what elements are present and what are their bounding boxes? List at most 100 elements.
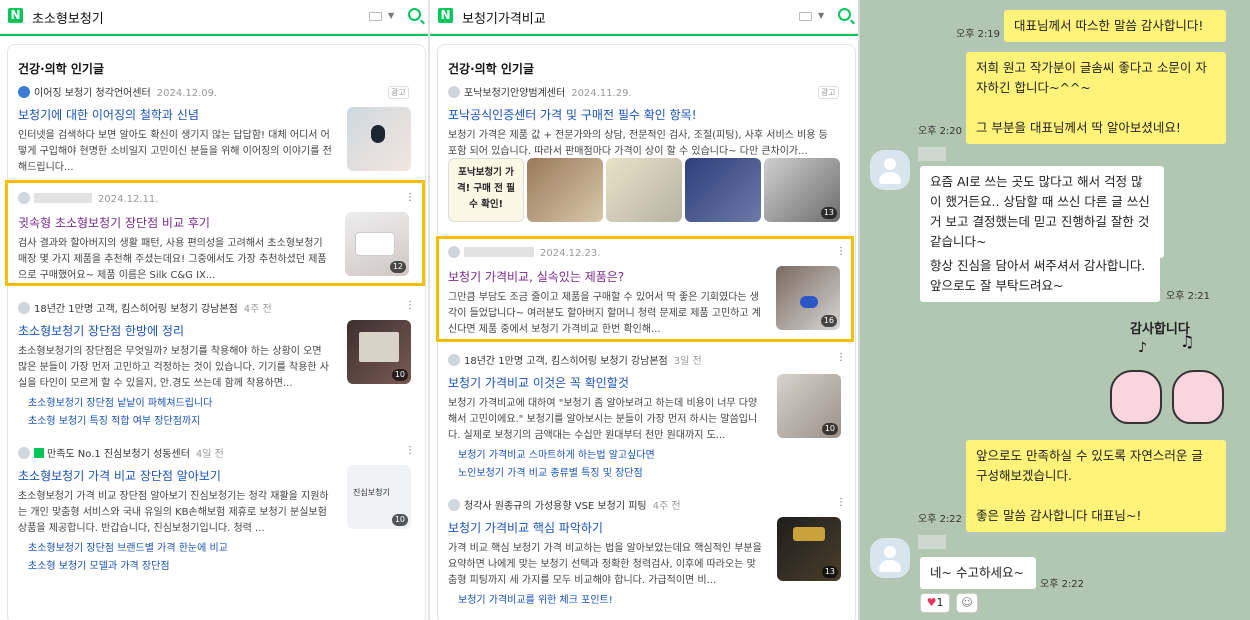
result-snippet: 검사 결과와 할아버지의 생활 패턴, 사용 편의성을 고려해서 초소형보청기 … [18, 238, 327, 281]
avatar [18, 447, 30, 459]
result-title[interactable]: 초소형보청기 가격 비교 장단점 알아보기 [18, 467, 221, 484]
more-options-icon[interactable]: ⋮ [405, 445, 415, 456]
post-date: 2024.12.23. [540, 248, 601, 259]
reaction-count: 1 [936, 596, 944, 609]
result-thumbnail[interactable]: 12 [345, 212, 409, 276]
chevron-down-icon[interactable]: ▼ [818, 11, 824, 20]
avatar[interactable] [870, 538, 910, 578]
result-thumbnail[interactable]: 16 [776, 266, 840, 330]
my-message-bubble[interactable]: 저희 원고 작가분이 글솜씨 좋다고 소문이 자자하긴 합니다~^^~ 그 부분… [966, 52, 1226, 144]
image-count-badge: 10 [391, 369, 408, 381]
source-name: 포낙보청기안양범계센터 [464, 88, 566, 99]
image-count-badge: 10 [391, 514, 408, 526]
result-title[interactable]: 귓속형 초소형보청기 장단점 비교 후기 [18, 214, 210, 231]
my-message-bubble[interactable]: 앞으로도 만족하실 수 있도록 자연스러운 글 구성해보겠습니다. 좋은 말씀 … [966, 440, 1226, 532]
sub-link[interactable]: 보청기 가격비교 스마트하게 하는법 알고싶다면 [458, 446, 655, 461]
chevron-down-icon[interactable]: ▼ [388, 11, 394, 20]
result-source[interactable]: 이어징 보청기 청각언어센터 2024.12.09. [18, 84, 217, 99]
result-thumbnail[interactable]: 10 [777, 374, 841, 438]
avatar [448, 354, 460, 366]
result-title[interactable]: 초소형보청기 장단점 한방에 정리 [18, 322, 184, 339]
sender-name-blurred [918, 147, 946, 161]
keyboard-icon[interactable] [799, 12, 812, 21]
result-title[interactable]: 보청기에 대한 이어징의 철학과 신념 [18, 106, 199, 123]
sign-image [793, 527, 825, 541]
result-thumbnail[interactable] [606, 158, 682, 222]
image-count-badge: 16 [820, 315, 837, 327]
sub-link[interactable]: 보청기 가격비교를 위한 체크 포인트! [458, 591, 613, 606]
result-source[interactable]: 2024.12.11. [18, 192, 158, 205]
avatar [18, 302, 30, 314]
message-time: 오후 2:20 [918, 126, 963, 137]
result-thumbnail[interactable] [685, 158, 761, 222]
result-source[interactable]: 2024.12.23. [448, 246, 600, 259]
search-input[interactable]: 초소형보청기 [32, 8, 104, 27]
search-bar-underline [430, 34, 858, 36]
result-source[interactable]: 포낙보청기안양범계센터 2024.11.29. [448, 84, 632, 99]
result-thumbnail[interactable]: 10 [347, 320, 411, 384]
partner-message-bubble[interactable]: 네~ 수고하세요~ [920, 557, 1036, 589]
result-title[interactable]: 보청기 가격비교 이것은 꼭 확인할것 [448, 374, 629, 391]
message-time: 오후 2:22 [918, 514, 963, 525]
add-reaction-icon[interactable]: ☺ [956, 593, 978, 613]
post-date: 2024.12.11. [98, 194, 159, 205]
music-note-icon: ♪ [1138, 340, 1147, 356]
more-options-icon[interactable]: ⋮ [836, 497, 846, 508]
message-time: 오후 2:22 [1040, 579, 1085, 590]
sub-link[interactable]: 초소형 보청기 모델과 가격 장단점 [28, 557, 170, 572]
avatar [448, 246, 460, 258]
image-count-badge: 13 [821, 566, 838, 578]
search-icon[interactable] [408, 8, 421, 21]
sub-link[interactable]: 초소형보청기 장단점 낱낱이 파헤쳐드립니다 [28, 394, 212, 409]
search-pane-middle: N 보청기가격비교 ▼ 건강·의학 인기글 포낙보청기안양범계센터 2024.11… [430, 0, 858, 620]
more-options-icon[interactable]: ⋮ [405, 192, 415, 203]
partner-message-bubble[interactable]: 항상 진심을 담아서 써주셔서 감사합니다. 앞으로도 잘 부탁드려요~ [920, 250, 1160, 302]
check-icon [34, 448, 44, 458]
sub-link[interactable]: 초소형 보청기 특징 적합 여부 장단점까지 [28, 412, 200, 427]
search-icon[interactable] [838, 8, 851, 21]
result-title[interactable]: 보청기 가격비교, 실속있는 제품은? [448, 268, 624, 285]
source-name: 18년간 1만명 고객, 킴스히어링 보청기 강남본점 [464, 356, 668, 367]
more-options-icon[interactable]: ⋮ [405, 300, 415, 311]
heart-reaction[interactable]: ♥1 [920, 593, 950, 613]
product-box-image [355, 232, 395, 256]
thumbnail-caption: 포낙보청기 가격! 구매 전 필수 확인! [457, 167, 515, 210]
sub-link[interactable]: 초소형보청기 장단점 브랜드별 가격 한눈에 비교 [28, 539, 228, 554]
post-date: 4주 전 [652, 501, 681, 512]
search-bar: N 초소형보청기 ▼ [0, 0, 428, 34]
sub-link[interactable]: 노인보청기 가격 비교 종류별 특징 및 장단점 [458, 464, 643, 479]
ad-badge: 광고 [388, 86, 409, 99]
result-snippet: 인터넷을 검색하다 보면 알아도 확신이 생기지 않는 답답함! 대체 어디서 … [18, 130, 332, 173]
source-name: 이어징 보청기 청각언어센터 [34, 88, 151, 99]
result-source[interactable]: 청각사 원종규의 가성용향 VSE 보청기 피팅 4주 전 [448, 497, 681, 512]
ad-badge: 광고 [818, 86, 839, 99]
image-count-badge: 10 [821, 423, 838, 435]
result-title[interactable]: 보청기 가격비교 핵심 파악하기 [448, 519, 603, 536]
avatar [18, 192, 30, 204]
result-source[interactable]: 18년간 1만명 고객, 킴스히어링 보청기 강남본점 3일 전 [448, 352, 702, 367]
sender-name-blurred [918, 535, 946, 549]
result-thumbnail[interactable] [527, 158, 603, 222]
my-message-bubble[interactable]: 대표님께서 따스한 말씀 감사합니다! [1004, 10, 1226, 42]
result-source[interactable]: 18년간 1만명 고객, 킴스히어링 보청기 강남본점 4주 전 [18, 300, 272, 315]
result-thumbnail[interactable]: 포낙보청기 가격! 구매 전 필수 확인! [448, 158, 524, 222]
result-snippet: 초소형보청기 가격 비교 장단점 알아보기 진심보청기는 청각 재활을 지원하는… [18, 491, 329, 534]
result-title[interactable]: 포낙공식인증센터 가격 및 구매전 필수 확인 항목! [448, 106, 697, 123]
source-name: 18년간 1만명 고객, 킴스히어링 보청기 강남본점 [34, 304, 238, 315]
result-snippet: 보청기 가격비교에 대하여 "보청기 좀 알아보려고 하는데 비용이 너무 다양… [448, 398, 758, 441]
result-thumbnail[interactable]: 13 [777, 517, 841, 581]
post-date: 4일 전 [195, 449, 224, 460]
search-input[interactable]: 보청기가격비교 [462, 8, 546, 27]
result-thumbnail[interactable] [347, 107, 411, 171]
keyboard-icon[interactable] [369, 12, 382, 21]
naver-logo-icon[interactable]: N [8, 8, 23, 23]
naver-logo-icon[interactable]: N [438, 8, 453, 23]
result-source[interactable]: 만족도 No.1 진심보청기 성동센터 4일 전 [18, 445, 224, 460]
avatar [448, 86, 460, 98]
avatar[interactable] [870, 150, 910, 190]
result-thumbnail[interactable]: 진심보청기 10 [347, 465, 411, 529]
more-options-icon[interactable]: ⋮ [836, 246, 846, 257]
image-count-badge: 12 [389, 261, 406, 273]
partner-message-bubble[interactable]: 요즘 AI로 쓰는 곳도 많다고 해서 걱정 많이 했거든요.. 상담할 때 쓰… [920, 166, 1164, 258]
more-options-icon[interactable]: ⋮ [836, 352, 846, 363]
